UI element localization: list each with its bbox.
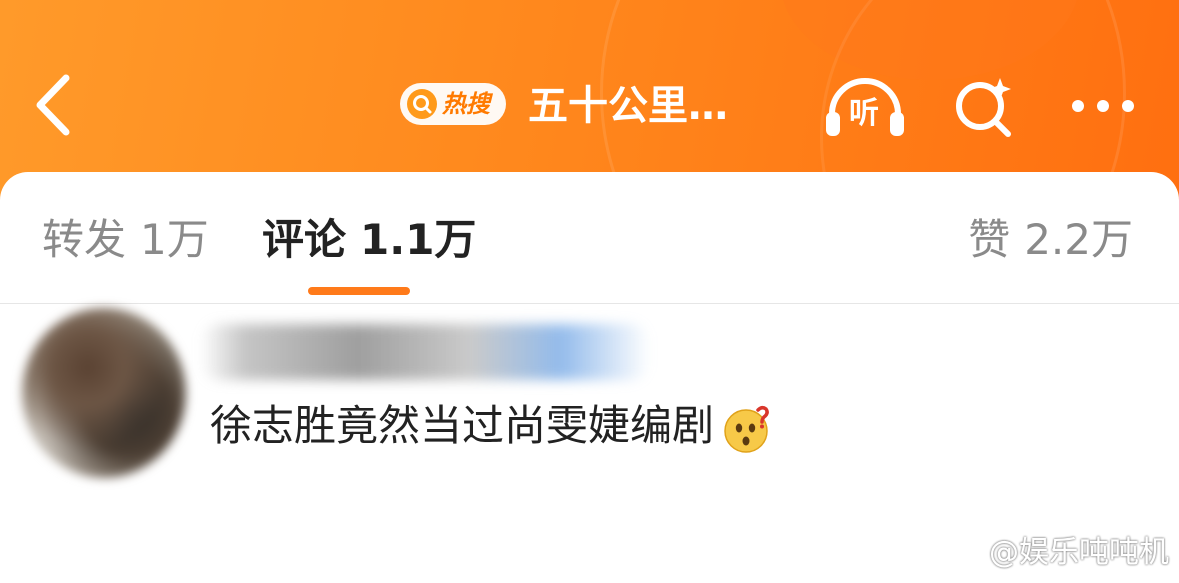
tab-repost-count: 1万 (140, 215, 209, 264)
search-sparkle-icon (956, 78, 1011, 137)
tab-divider (0, 303, 1179, 304)
username-redacted[interactable] (200, 324, 650, 380)
avatar[interactable] (22, 308, 186, 478)
hot-search-badge[interactable]: 热搜 (398, 80, 508, 128)
topic-title[interactable]: 五十公里… (528, 78, 728, 134)
tab-repost[interactable]: 转发 1万 (42, 212, 209, 268)
tab-like[interactable]: 赞 2.2万 (968, 212, 1133, 268)
listen-label: 听 (849, 96, 879, 131)
back-arrow-icon (36, 74, 70, 136)
listen-button[interactable]: 听 (822, 76, 908, 140)
search-button[interactable] (950, 74, 1020, 140)
more-button[interactable] (1068, 86, 1138, 126)
watermark-text: @娱乐吨吨机 (989, 535, 1169, 570)
weibo-logo-icon (952, 540, 987, 569)
tab-repost-label: 转发 (42, 215, 127, 264)
tab-comment[interactable]: 评论 1.1万 (262, 212, 476, 268)
more-icon (1072, 100, 1134, 112)
tab-like-count: 2.2万 (1024, 215, 1133, 264)
thinking-face-emoji (724, 405, 769, 453)
hot-badge-label: 热搜 (442, 90, 490, 118)
tab-comment-count: 1.1万 (360, 215, 477, 264)
comment-text: 徐志胜竟然当过尚雯婕编剧 (210, 401, 715, 450)
tab-comment-label: 评论 (262, 215, 347, 264)
tab-like-label: 赞 (968, 215, 1011, 264)
comment-item: 徐志胜竟然当过尚雯婕编剧 (210, 398, 772, 454)
weibo-watermark: @娱乐吨吨机 (951, 535, 1169, 571)
back-button[interactable] (26, 70, 86, 140)
active-tab-indicator (308, 287, 410, 295)
